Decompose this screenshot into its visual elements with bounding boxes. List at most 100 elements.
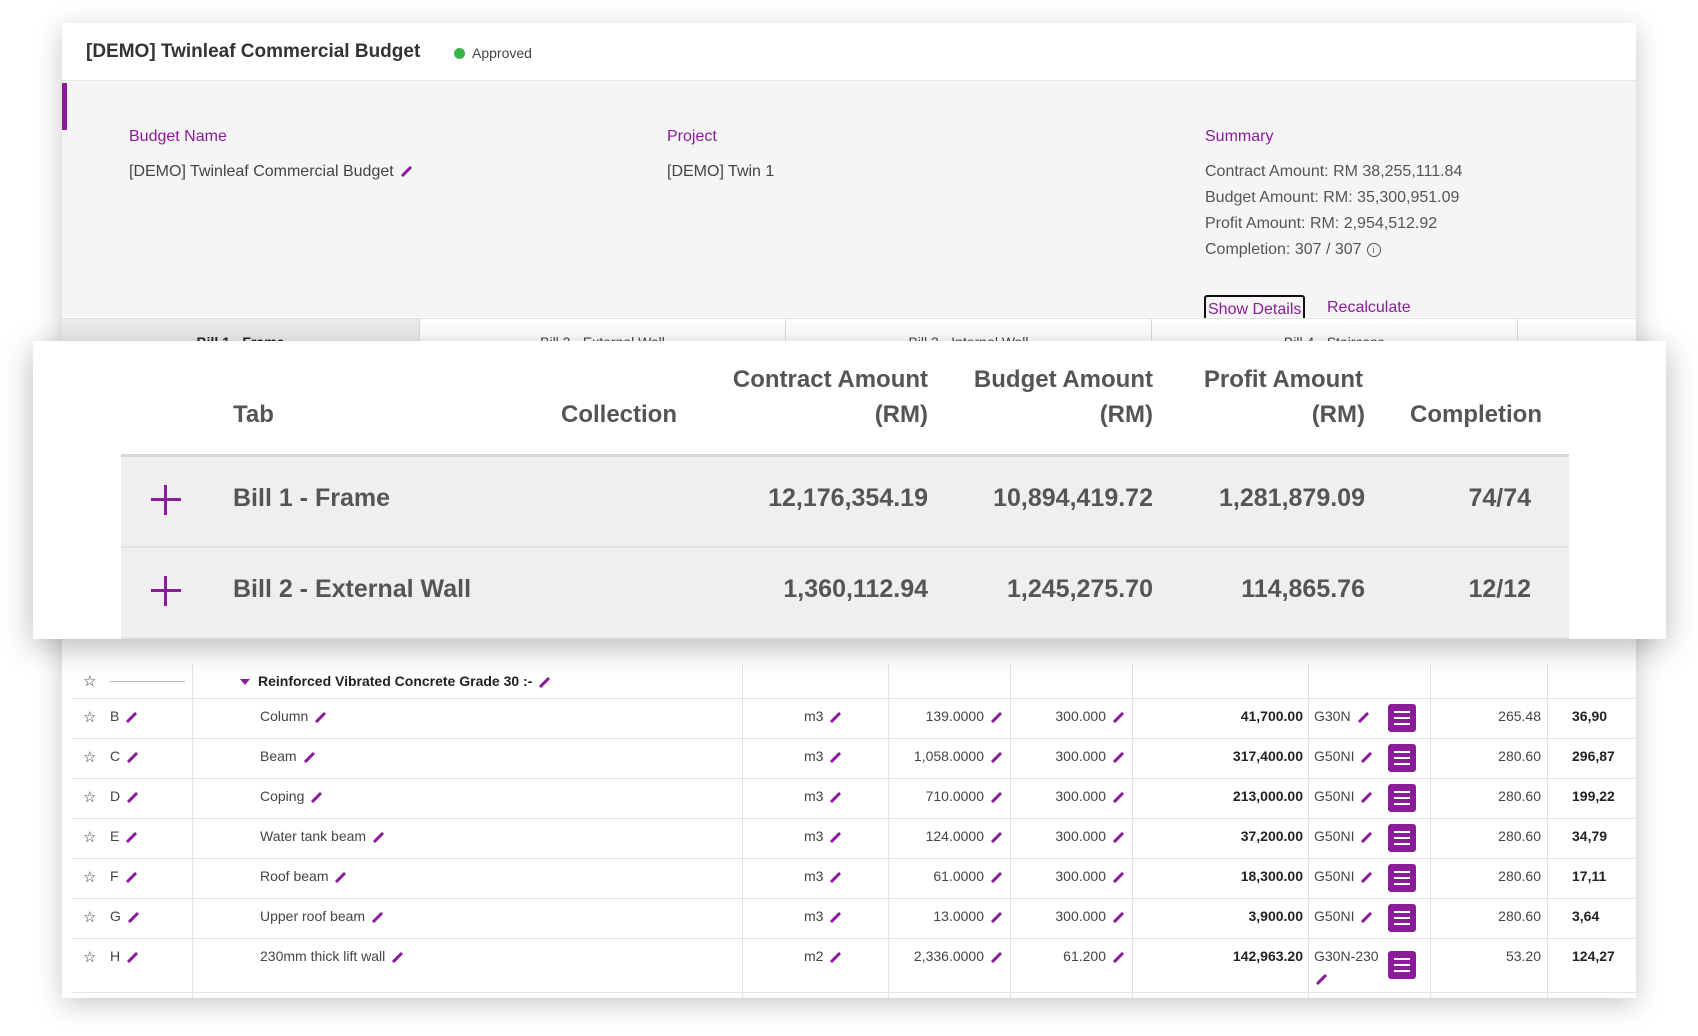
item-code: G50NI bbox=[1314, 908, 1373, 924]
star-icon[interactable]: ☆ bbox=[83, 672, 96, 690]
edit-pencil-icon[interactable] bbox=[990, 791, 1003, 803]
edit-pencil-icon[interactable] bbox=[1357, 711, 1369, 723]
table-row: ☆ C Beam m3 1,058.0000 300.000 317,400.00 G50NI… bbox=[72, 738, 1636, 779]
edit-pencil-icon[interactable] bbox=[539, 676, 551, 688]
star-icon[interactable]: ☆ bbox=[83, 868, 96, 886]
item-ref: F bbox=[110, 868, 138, 884]
item-ref: D bbox=[110, 788, 139, 804]
item-quantity: 61.0000 bbox=[933, 868, 1003, 884]
item-rate: 300.000 bbox=[1055, 708, 1125, 724]
edit-pencil-icon[interactable] bbox=[1112, 791, 1125, 803]
item-code: G50NI bbox=[1314, 748, 1373, 764]
item-description: Water tank beam bbox=[260, 828, 385, 844]
edit-pencil-icon[interactable] bbox=[315, 711, 327, 723]
summary-row-tab: Bill 2 - External Wall bbox=[233, 575, 472, 603]
edit-pencil-icon[interactable] bbox=[392, 951, 404, 963]
star-icon[interactable]: ☆ bbox=[83, 908, 96, 926]
title-bar: [DEMO] Twinleaf Commercial Budget Approv… bbox=[62, 23, 1636, 81]
edit-pencil-icon[interactable] bbox=[1112, 831, 1125, 843]
item-quantity: 1,058.0000 bbox=[914, 748, 1003, 764]
list-button[interactable] bbox=[1388, 704, 1416, 732]
edit-pencil-icon[interactable] bbox=[371, 911, 384, 923]
edit-pencil-icon[interactable] bbox=[1361, 911, 1373, 923]
list-button[interactable] bbox=[1388, 784, 1416, 812]
item-quantity: 124.0000 bbox=[926, 828, 1003, 844]
caret-down-icon[interactable] bbox=[240, 679, 250, 686]
expand-plus-icon[interactable] bbox=[151, 576, 181, 606]
star-icon[interactable]: ☆ bbox=[83, 828, 96, 846]
edit-pencil-icon[interactable] bbox=[303, 751, 315, 763]
item-unit: m3 bbox=[804, 868, 842, 884]
header-tab: Tab bbox=[233, 401, 274, 428]
edit-pencil-icon[interactable] bbox=[335, 871, 347, 883]
edit-pencil-icon[interactable] bbox=[1315, 973, 1328, 985]
item-code: G50NI bbox=[1314, 868, 1373, 884]
edit-pencil-icon[interactable] bbox=[830, 951, 842, 963]
edit-pencil-icon[interactable] bbox=[830, 711, 842, 723]
item-budget-amount: 34,79 bbox=[1572, 828, 1608, 844]
edit-pencil-icon[interactable] bbox=[830, 911, 842, 923]
budget-name-text: [DEMO] Twinleaf Commercial Budget bbox=[129, 163, 394, 180]
list-button[interactable] bbox=[1388, 744, 1416, 772]
edit-pencil-icon[interactable] bbox=[126, 751, 139, 763]
edit-pencil-icon[interactable] bbox=[830, 791, 842, 803]
edit-pencil-icon[interactable] bbox=[990, 831, 1003, 843]
item-code: G30N bbox=[1314, 708, 1370, 724]
edit-pencil-icon[interactable] bbox=[990, 951, 1003, 963]
item-description: Beam bbox=[260, 748, 316, 764]
edit-pencil-icon[interactable] bbox=[126, 711, 138, 723]
edit-pencil-icon[interactable] bbox=[990, 711, 1003, 723]
recalculate-link[interactable]: Recalculate bbox=[1327, 299, 1411, 317]
edit-pencil-icon[interactable] bbox=[125, 871, 137, 883]
star-icon[interactable]: ☆ bbox=[83, 708, 96, 726]
item-description: Coping bbox=[260, 788, 323, 804]
summary-row-completion: 74/74 bbox=[1468, 484, 1531, 512]
edit-pencil-icon[interactable] bbox=[1361, 831, 1373, 843]
edit-pencil-icon[interactable] bbox=[990, 751, 1003, 763]
edit-pencil-icon[interactable] bbox=[990, 911, 1003, 923]
edit-pencil-icon[interactable] bbox=[127, 911, 140, 923]
edit-pencil-icon[interactable] bbox=[372, 831, 385, 843]
summary-row-bill-2: Bill 2 - External Wall 1,360,112.94 1,24… bbox=[121, 548, 1569, 639]
project-label: Project bbox=[667, 128, 717, 145]
edit-pencil-icon[interactable] bbox=[830, 751, 842, 763]
edit-pencil-icon[interactable] bbox=[1361, 751, 1373, 763]
star-icon[interactable]: ☆ bbox=[83, 788, 96, 806]
edit-pencil-icon[interactable] bbox=[990, 871, 1003, 883]
edit-pencil-icon[interactable] bbox=[1112, 911, 1125, 923]
header-profit-amount: Profit Amount bbox=[1203, 366, 1363, 393]
section-title: Reinforced Vibrated Concrete Grade 30 :- bbox=[240, 673, 551, 689]
list-button[interactable] bbox=[1388, 951, 1416, 979]
item-unit: m3 bbox=[804, 708, 842, 724]
edit-pencil-icon[interactable] bbox=[1112, 711, 1125, 723]
edit-pencil-icon[interactable] bbox=[311, 791, 323, 803]
header-contract-unit: (RM) bbox=[874, 401, 928, 428]
summary-contract-amount: Contract Amount: RM 38,255,111.84 bbox=[1205, 163, 1463, 180]
edit-pencil-icon[interactable] bbox=[830, 831, 842, 843]
star-icon[interactable]: ☆ bbox=[83, 748, 96, 766]
header-contract-amount: Contract Amount bbox=[732, 366, 928, 393]
edit-pencil-icon[interactable] bbox=[126, 831, 138, 843]
expand-plus-icon[interactable] bbox=[151, 485, 181, 515]
list-button[interactable] bbox=[1388, 824, 1416, 852]
header-completion: Completion bbox=[1410, 401, 1542, 428]
edit-pencil-icon[interactable] bbox=[1112, 871, 1125, 883]
list-button[interactable] bbox=[1388, 864, 1416, 892]
summary-row-profit: 114,865.76 bbox=[1241, 575, 1365, 603]
budget-info-panel: Budget Name [DEMO] Twinleaf Commercial B… bbox=[62, 81, 1636, 321]
edit-pencil-icon[interactable] bbox=[1112, 751, 1125, 763]
summary-row-bill-1: Bill 1 - Frame 12,176,354.19 10,894,419.… bbox=[121, 457, 1569, 548]
star-icon[interactable]: ☆ bbox=[83, 948, 96, 966]
edit-pencil-icon[interactable] bbox=[1112, 951, 1125, 963]
list-button[interactable] bbox=[1388, 904, 1416, 932]
edit-pencil-icon[interactable] bbox=[126, 791, 139, 803]
edit-pencil-icon[interactable] bbox=[126, 951, 139, 963]
edit-pencil-icon[interactable] bbox=[830, 871, 842, 883]
edit-pencil-icon[interactable] bbox=[1361, 871, 1373, 883]
edit-pencil-icon[interactable] bbox=[1361, 791, 1373, 803]
section-row: ☆ Reinforced Vibrated Concrete Grade 30 … bbox=[72, 664, 1636, 699]
item-budget-amount: 17,11 bbox=[1572, 868, 1607, 884]
edit-pencil-icon[interactable] bbox=[400, 166, 412, 178]
info-icon[interactable]: i bbox=[1366, 242, 1381, 257]
item-amount: 317,400.00 bbox=[1232, 748, 1303, 764]
